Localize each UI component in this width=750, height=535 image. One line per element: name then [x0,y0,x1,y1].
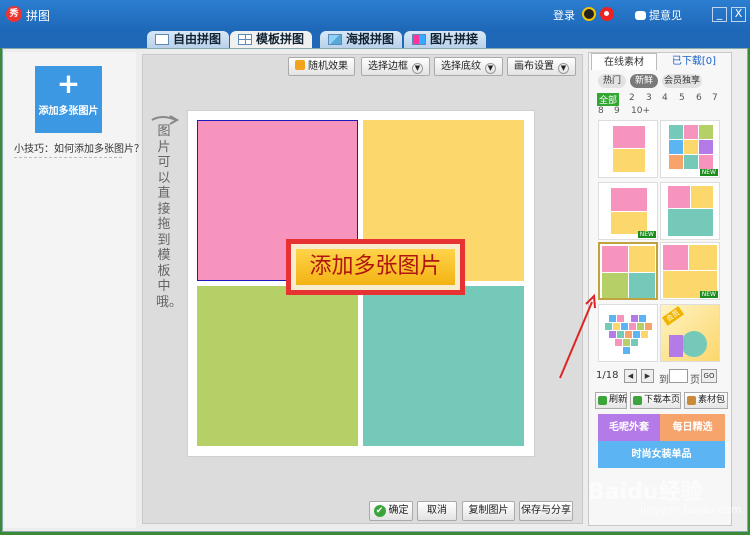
feedback-link[interactable]: 提意见 [635,7,682,23]
template-thumbnail[interactable] [598,304,658,362]
chevron-down-icon: ▼ [558,63,569,74]
count-filter[interactable]: 3 [646,93,652,103]
minimize-button[interactable]: _ [712,7,727,22]
count-filter[interactable]: 6 [696,93,702,103]
tab-image-splice[interactable]: 图片拼接 [404,31,487,48]
add-images-label: 添加多张图片 [38,106,99,117]
count-filter[interactable]: 4 [662,93,668,103]
refresh-icon [598,396,607,405]
select-border-dropdown[interactable]: 选择边框 ▼ [361,57,430,76]
template-thumbnail[interactable]: NEW [660,242,720,300]
material-pack-button[interactable]: 素材包 [684,392,728,409]
callout-label: 添加多张图片 [296,249,455,285]
tab-poster-collage[interactable]: 海报拼图 [320,31,403,48]
template-thumbnail[interactable]: NEW [598,182,658,240]
count-filter[interactable]: 8 [598,106,604,116]
tip-link[interactable]: 小技巧：如何添加多张图片？ [14,140,144,155]
chevron-down-icon: ▼ [412,63,423,74]
download-page-button[interactable]: 下载本页 [630,392,681,409]
tab-free-collage[interactable]: 自由拼图 [147,31,230,48]
refresh-button[interactable]: 刷新 [595,392,627,409]
new-badge: NEW [699,169,718,176]
new-badge: NEW [637,231,656,238]
watermark: Baidu经验 [588,480,703,505]
template-grid-icon [238,34,252,45]
mode-tabstrip: 自由拼图 模板拼图 海报拼图 图片拼接 [0,30,750,48]
count-filter-all[interactable]: 全部 [597,93,620,106]
go-button[interactable]: GO [701,369,717,383]
heart-mosaic-icon [605,315,652,354]
count-filter[interactable]: 9 [614,106,620,116]
filter-new[interactable]: 新鲜 [630,74,658,88]
download-icon [633,396,642,405]
random-effect-button[interactable]: 随机效果 [288,57,355,76]
banner-fashion[interactable]: 时尚女装单品 [598,441,725,468]
banner-daily-picks[interactable]: 每日精选 [660,414,725,441]
select-texture-dropdown[interactable]: 选择底纹 ▼ [434,57,503,76]
template-cell-3[interactable] [197,286,358,446]
template-cell-4[interactable] [363,286,524,446]
divider [14,157,122,158]
app-logo: 秀 [6,6,22,22]
title-bar: 秀 拼图 登录 提意见 _ X [0,0,750,30]
template-thumbnail-selected[interactable] [598,242,658,300]
template-thumbnail-member[interactable]: 会员 [660,304,720,362]
count-filter[interactable]: 7 [712,93,718,103]
count-filter[interactable]: 10+ [631,106,650,116]
qq-icon[interactable] [582,7,596,21]
template-thumbnail[interactable] [598,120,658,178]
template-thumbnail[interactable]: NEW [660,120,720,178]
filter-member[interactable]: 会员独享 [662,74,702,88]
tab-downloaded[interactable]: 已下载[0] [660,53,728,70]
window-title: 拼图 [26,9,51,23]
free-collage-icon [155,34,169,45]
banner-wool-coat[interactable]: 毛呢外套 [598,414,660,441]
save-share-button[interactable]: 保存与分享 [519,501,573,521]
splice-icon [412,34,426,45]
add-images-callout[interactable]: 添加多张图片 [286,239,465,295]
add-images-button[interactable]: + 添加多张图片 [35,66,102,133]
prev-page-button[interactable]: ◀ [624,369,637,383]
watermark-url: jingyan.baidu.com [640,503,742,516]
drag-hint-text: 图片可以直接拖到模板中哦。 [156,124,183,310]
red-annotation-arrow-icon [559,293,596,379]
poster-icon [328,34,342,45]
promo-banner[interactable]: 毛呢外套 每日精选 时尚女装单品 [598,414,725,468]
chevron-down-icon: ▼ [485,63,496,74]
tab-template-collage[interactable]: 模板拼图 [230,31,313,48]
chat-bubble-icon [635,11,646,20]
login-link[interactable]: 登录 [553,7,575,23]
tab-online-materials[interactable]: 在线素材 [591,53,657,70]
cancel-button[interactable]: 取消 [417,501,457,521]
next-page-button[interactable]: ▶ [641,369,654,383]
plus-icon: + [56,67,81,100]
filter-hot[interactable]: 热门 [598,74,626,88]
page-unit-label: 页 [690,375,700,386]
package-icon [687,396,696,405]
close-button[interactable]: X [731,7,746,22]
check-icon: ✔ [373,505,386,517]
ok-button[interactable]: ✔ 确定 [369,501,413,521]
template-thumbnail[interactable] [660,182,720,240]
count-filter[interactable]: 2 [629,93,635,103]
goto-label: 到 [659,375,669,386]
hand-icon [295,60,305,70]
new-badge: NEW [699,291,718,298]
weibo-icon[interactable] [600,7,614,21]
page-number-input[interactable] [669,369,688,383]
copy-image-button[interactable]: 复制图片 [462,501,515,521]
canvas-settings-dropdown[interactable]: 画布设置 ▼ [507,57,576,76]
count-filter[interactable]: 5 [679,93,685,103]
